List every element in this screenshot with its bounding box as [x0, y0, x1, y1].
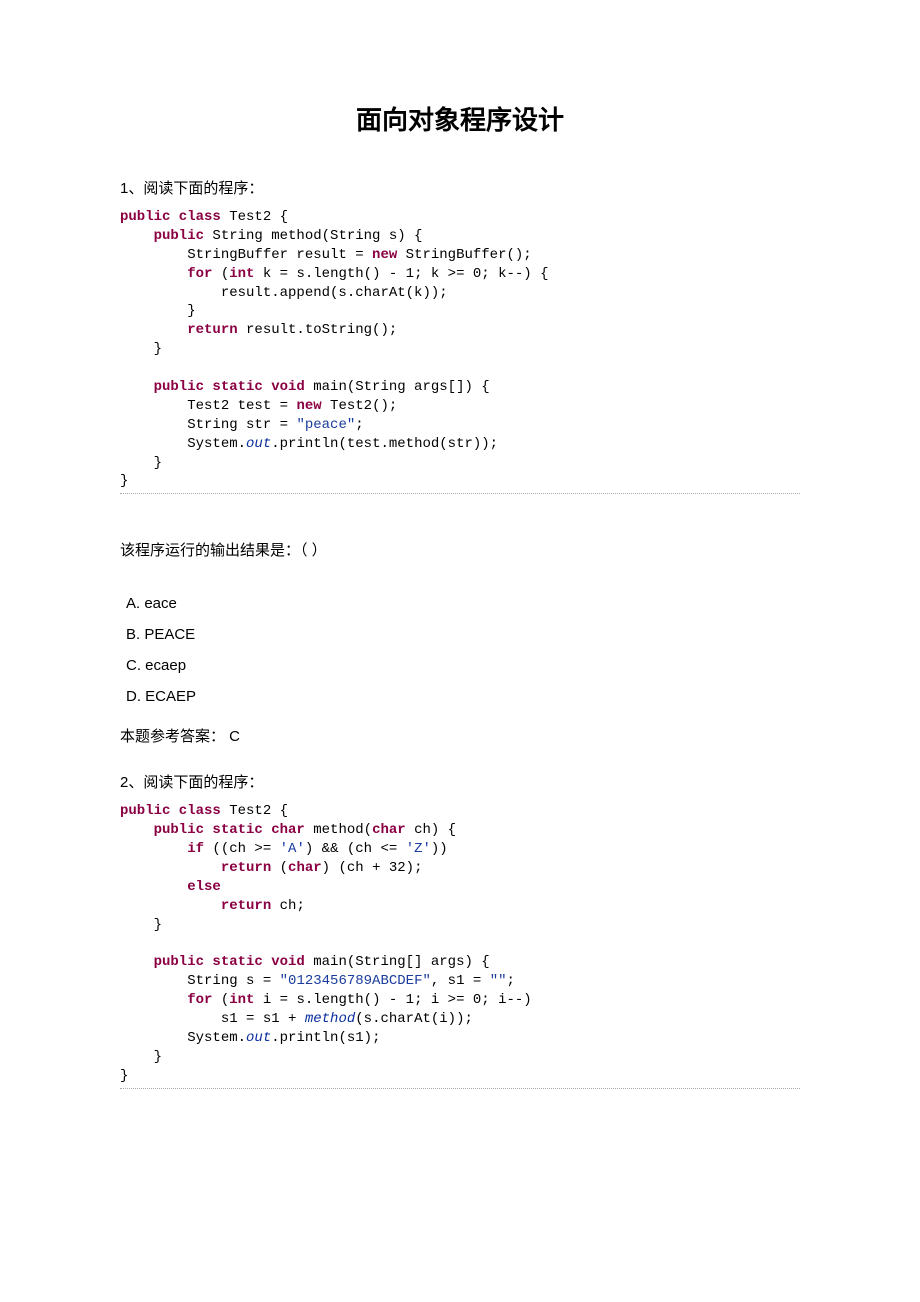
code-text: Test2 test =	[120, 398, 296, 414]
code-text: .println(s1);	[271, 1030, 380, 1046]
code-text: s1 = s1 +	[120, 1011, 305, 1027]
code-text: System.	[120, 1030, 246, 1046]
code-text: for	[120, 992, 212, 1008]
q1-code-block: public class Test2 { public String metho…	[120, 208, 800, 494]
code-text: char	[372, 822, 406, 838]
code-text: ) && (ch <=	[305, 841, 406, 857]
code-text: int	[229, 992, 254, 1008]
code-text: public static void	[120, 379, 305, 395]
q1-option-c: C. ecaep	[126, 657, 800, 674]
code-text: main(String[] args) {	[305, 954, 490, 970]
code-text: if	[120, 841, 204, 857]
code-text: ;	[507, 973, 515, 989]
code-text: ""	[490, 973, 507, 989]
code-text: }	[120, 1068, 128, 1084]
code-text: result.append(s.charAt(k));	[120, 285, 448, 301]
code-text: StringBuffer result =	[120, 247, 372, 263]
code-text: new	[296, 398, 321, 414]
code-text: String method(String s) {	[204, 228, 422, 244]
code-text: }	[120, 473, 128, 489]
code-text: }	[120, 341, 162, 357]
code-text: public	[120, 228, 204, 244]
code-text: String s =	[120, 973, 280, 989]
code-text: return	[120, 860, 271, 876]
q1-answer: 本题参考答案： C	[120, 725, 800, 746]
code-text: (s.charAt(i));	[355, 1011, 473, 1027]
code-text: }	[120, 1049, 162, 1065]
code-text: public class	[120, 803, 221, 819]
code-text: (	[212, 266, 229, 282]
code-text: }	[120, 303, 196, 319]
code-text: i = s.length() - 1; i >= 0; i--)	[254, 992, 531, 1008]
code-text: k = s.length() - 1; k >= 0; k--) {	[254, 266, 548, 282]
code-text: (	[271, 860, 288, 876]
page-title: 面向对象程序设计	[120, 100, 800, 137]
code-text: "0123456789ABCDEF"	[280, 973, 431, 989]
code-text: , s1 =	[431, 973, 490, 989]
code-text: return	[120, 898, 271, 914]
code-text: public class	[120, 209, 221, 225]
code-text: ) (ch + 32);	[322, 860, 423, 876]
code-text: }	[120, 917, 162, 933]
q1-question: 该程序运行的输出结果是：（ ）	[120, 539, 800, 560]
code-text: ch;	[271, 898, 305, 914]
code-text: method(	[305, 822, 372, 838]
code-text: 'A'	[280, 841, 305, 857]
code-text: out	[246, 436, 271, 452]
code-text: .println(test.method(str));	[271, 436, 498, 452]
code-text: char	[288, 860, 322, 876]
code-text: System.	[120, 436, 246, 452]
code-text: ;	[355, 417, 363, 433]
code-text: (	[212, 992, 229, 1008]
code-text: Test2();	[322, 398, 398, 414]
code-text: public static void	[120, 954, 305, 970]
code-text: int	[229, 266, 254, 282]
q1-option-a: A. eace	[126, 595, 800, 612]
code-text: result.toString();	[238, 322, 398, 338]
code-text: ))	[431, 841, 448, 857]
code-text: ((ch >=	[204, 841, 280, 857]
q2-prompt: 2、阅读下面的程序：	[120, 771, 800, 792]
code-text: 'Z'	[406, 841, 431, 857]
code-text: out	[246, 1030, 271, 1046]
code-text: method	[305, 1011, 355, 1027]
code-text: String str =	[120, 417, 296, 433]
q2-code-block: public class Test2 { public static char …	[120, 802, 800, 1088]
code-text: }	[120, 455, 162, 471]
code-text: return	[120, 322, 238, 338]
code-text: for	[120, 266, 212, 282]
code-text: Test2 {	[221, 803, 288, 819]
q1-option-d: D. ECAEP	[126, 688, 800, 705]
code-text: "peace"	[296, 417, 355, 433]
code-text: new	[372, 247, 397, 263]
code-text: Test2 {	[221, 209, 288, 225]
code-text: public static char	[120, 822, 305, 838]
code-text: else	[120, 879, 221, 895]
code-text: ch) {	[406, 822, 456, 838]
code-text: StringBuffer();	[397, 247, 531, 263]
q1-option-b: B. PEACE	[126, 626, 800, 643]
q1-prompt: 1、阅读下面的程序：	[120, 177, 800, 198]
code-text: main(String args[]) {	[305, 379, 490, 395]
q1-options: A. eace B. PEACE C. ecaep D. ECAEP	[126, 595, 800, 705]
